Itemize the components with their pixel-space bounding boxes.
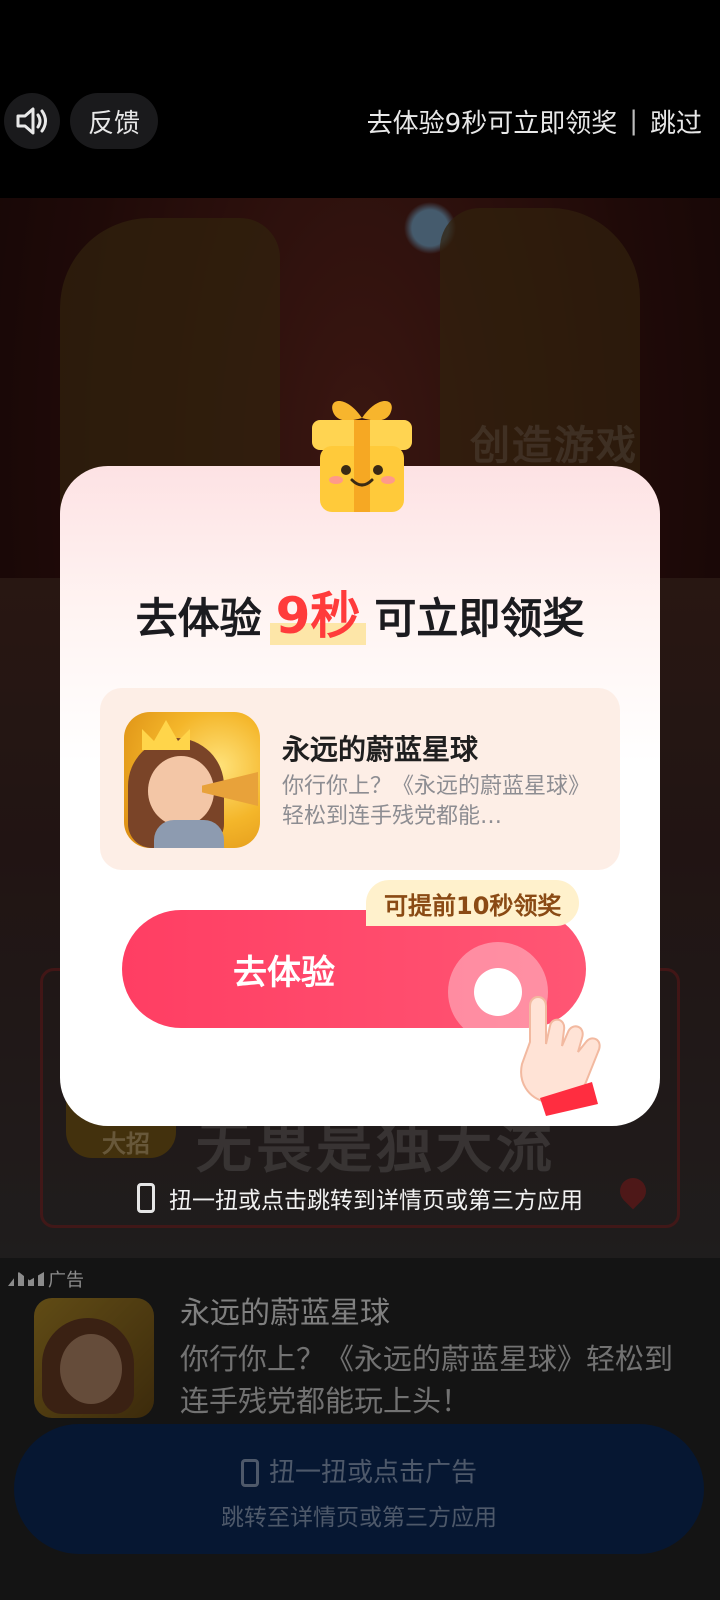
- skip-separator: |: [629, 106, 638, 136]
- modal-title-prefix: 去体验: [135, 594, 262, 643]
- reward-modal[interactable]: 去体验 9秒 可立即领奖 永远的蔚蓝星球 你行你上？《永远的蔚蓝星球》轻松到连手残党…: [60, 401, 660, 1126]
- skip-prompt-text: 去体验9秒可立即领奖: [366, 108, 618, 139]
- crown-shape: [142, 720, 190, 750]
- tilt-hint: 扭一扭或点击跳转到详情页或第三方应用: [120, 1180, 600, 1216]
- sound-toggle-button[interactable]: [4, 93, 60, 149]
- app-name: 永远的蔚蓝星球: [282, 733, 479, 766]
- phone-icon: [137, 1183, 155, 1213]
- gift-box-icon: [312, 401, 412, 512]
- go-experience-label: 去体验: [233, 952, 335, 993]
- skip-button[interactable]: 跳过: [650, 103, 702, 140]
- app-card[interactable]: 永远的蔚蓝星球 你行你上？《永远的蔚蓝星球》轻松到连手残党都能…: [100, 688, 620, 870]
- skip-area[interactable]: 去体验9秒可立即领奖 | 跳过: [367, 100, 702, 142]
- modal-title-suffix: 可立即领奖: [374, 594, 585, 643]
- speaker-icon: [16, 107, 47, 135]
- app-icon[interactable]: [124, 712, 260, 848]
- top-bar: 反馈 去体验9秒可立即领奖 | 跳过: [0, 0, 720, 198]
- early-reward-badge: 可提前10秒领奖: [366, 880, 580, 926]
- pointing-hand-icon: [520, 996, 601, 1116]
- modal-title: 去体验 9秒 可立即领奖: [60, 576, 660, 648]
- app-description: 你行你上？《永远的蔚蓝星球》轻松到连手残党都能…: [282, 774, 580, 829]
- tilt-hint-text: 扭一扭或点击跳转到详情页或第三方应用: [169, 1188, 583, 1214]
- feedback-button[interactable]: 反馈: [70, 93, 158, 149]
- icon-shirt-shape: [154, 820, 224, 848]
- countdown-seconds: 9秒: [269, 587, 367, 645]
- feedback-label: 反馈: [87, 108, 140, 139]
